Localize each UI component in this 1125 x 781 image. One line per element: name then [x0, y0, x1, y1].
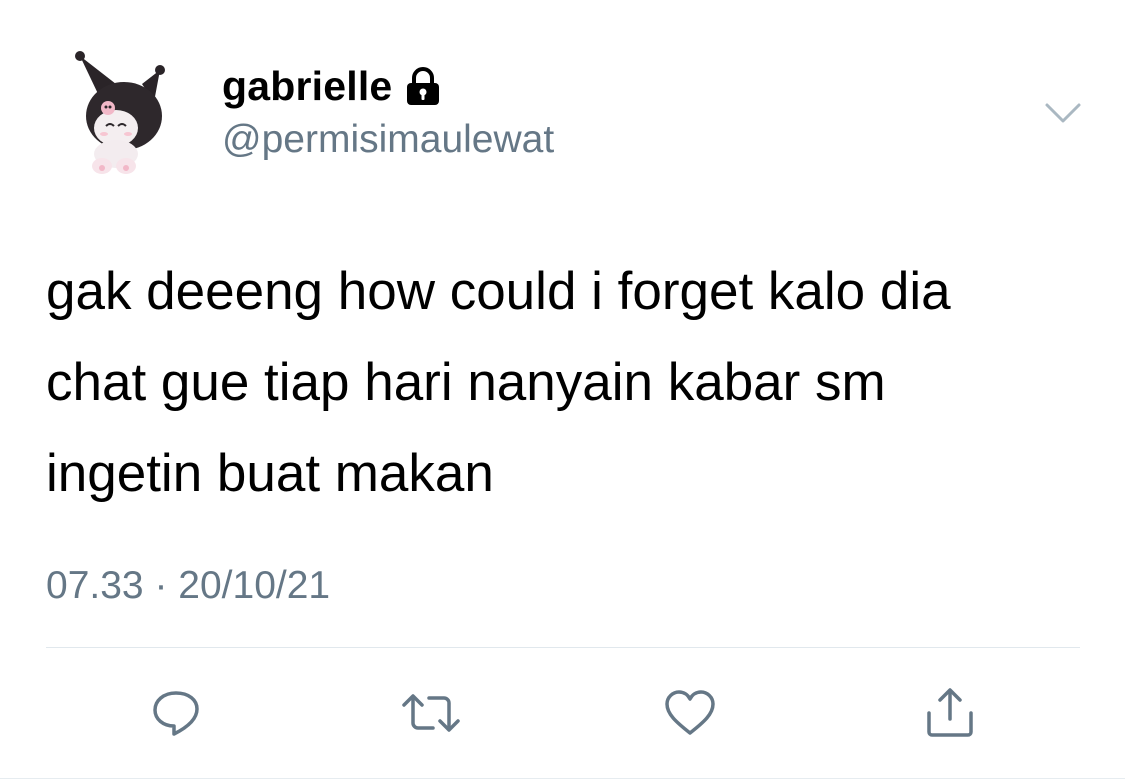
share-icon [927, 688, 973, 737]
user-name-row[interactable]: gabrielle [222, 66, 442, 107]
kuromi-avatar-icon [75, 51, 165, 174]
chevron-down-icon[interactable] [1044, 100, 1082, 126]
lock-icon [404, 66, 442, 107]
retweet-icon [402, 694, 460, 732]
retweet-button[interactable] [401, 683, 461, 743]
tweet-date: 20/10/21 [178, 564, 331, 607]
heart-icon [665, 690, 715, 735]
user-handle[interactable]: @permisimaulewat [222, 120, 554, 159]
tweet-text-line: chat gue tiap hari nanyain kabar sm [46, 353, 886, 412]
bottom-border [0, 778, 1125, 779]
avatar[interactable] [72, 48, 172, 178]
reply-icon [153, 691, 199, 736]
tweet-timestamp[interactable]: 07.33 · 20/10/21 [46, 566, 330, 605]
like-button[interactable] [660, 683, 720, 743]
timestamp-separator: · [154, 564, 168, 607]
tweet-text-line: gak deeeng how could i forget kalo dia [46, 262, 951, 321]
tweet-time: 07.33 [46, 564, 144, 607]
display-name[interactable]: gabrielle [222, 66, 392, 107]
reply-button[interactable] [146, 683, 206, 743]
tweet-text: gak deeeng how could i forget kalo dia c… [46, 246, 1106, 519]
tweet-text-line: ingetin buat makan [46, 444, 494, 503]
share-button[interactable] [920, 683, 980, 743]
divider [46, 647, 1080, 648]
